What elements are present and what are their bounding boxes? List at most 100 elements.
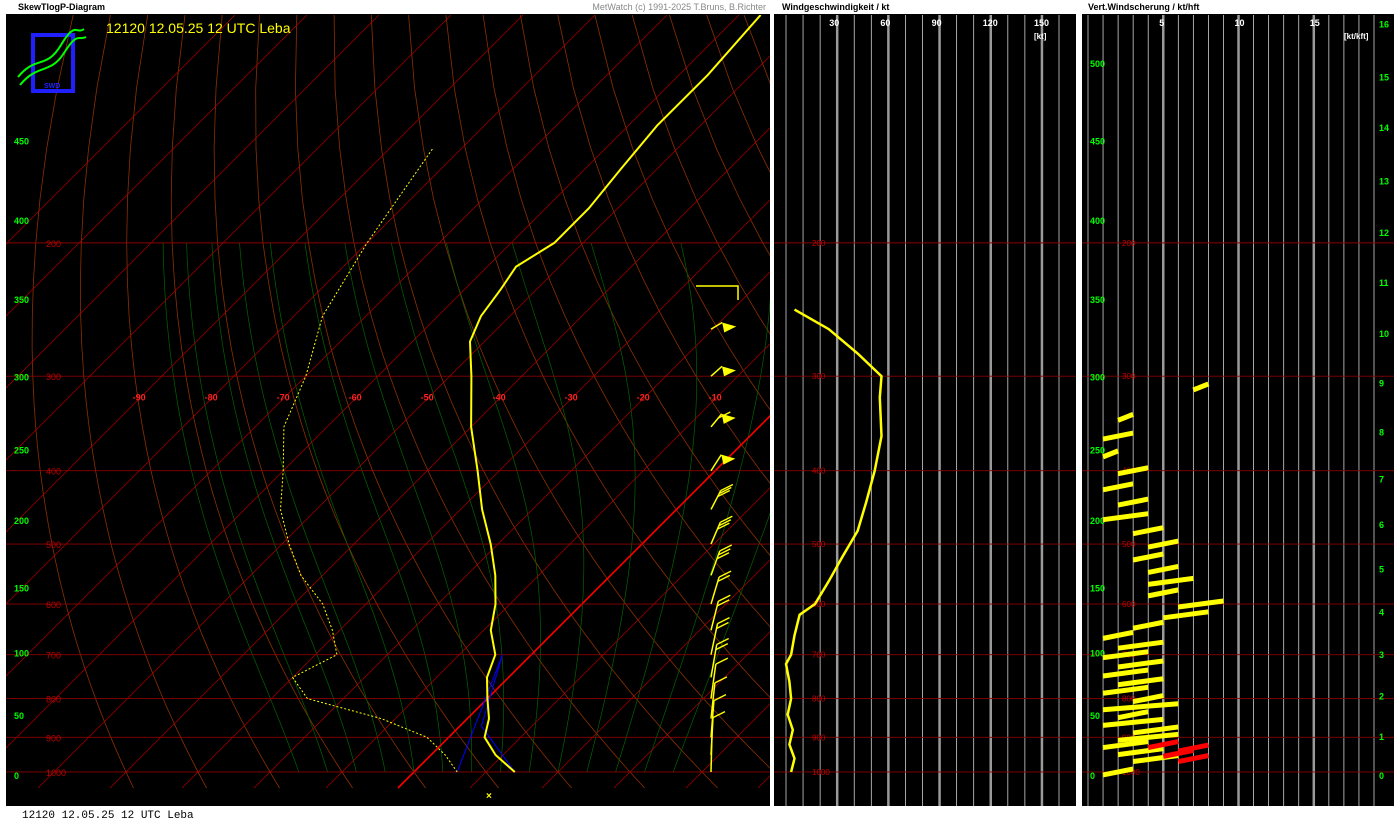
wind-isobar-label: 900	[812, 733, 826, 742]
shear-segment	[1147, 575, 1194, 587]
shear-segment	[1102, 716, 1164, 728]
isotherm-label: -50	[421, 392, 434, 402]
shear-km-label: 2	[1379, 692, 1384, 702]
shear-height-label: 300	[1090, 372, 1105, 382]
isotherm	[6, 15, 740, 749]
height-label-left: 350	[14, 295, 29, 305]
wind-isobar-label: 700	[812, 651, 826, 660]
shear-segment	[1102, 629, 1134, 641]
isotherm-label: -80	[205, 392, 218, 402]
wind-speed-chart: 30 60 90 120 150[kt]100090080070060050040030…	[774, 15, 1076, 806]
wind-barb-shaft	[710, 321, 723, 330]
wind-panel: 30 60 90 120 150 [kt] 1000 900 800 700 600 500 400 30…	[774, 15, 1076, 806]
skewt-title: SkewTlogP-Diagram	[18, 2, 106, 12]
wind-tick-label: 90	[932, 18, 942, 28]
shear-km-label: 9	[1379, 379, 1384, 389]
wind-barb-flag	[713, 693, 727, 702]
wind-barb-flag	[715, 657, 729, 665]
shear-km-label: 11	[1379, 278, 1389, 288]
wind-barb-flag	[719, 544, 733, 552]
wind-title: Windgeschwindigkeit / kt	[782, 2, 890, 12]
wind-barb-shaft	[710, 365, 723, 377]
station-label: 12120 12.05.25 12 UTC Leba	[106, 20, 291, 36]
wind-shear-chart: 51015[kt/kft]100090080070060050040030020…	[1082, 15, 1394, 806]
skewt-chart: 1000900800700600500400300200-90 -80 -70 -60…	[6, 15, 770, 802]
height-label-left: 50	[14, 711, 24, 721]
wind-tick-label: 120	[983, 18, 998, 28]
moist-adiabat	[586, 242, 636, 773]
wind-barb-flag	[712, 711, 726, 719]
shear-unit-label: [kt/kft]	[1344, 32, 1369, 41]
shear-segment	[1177, 598, 1224, 610]
height-label-left: 200	[14, 516, 29, 526]
footer-caption: 12120 12.05.25 12 UTC Leba	[22, 810, 194, 822]
dry-adiabat	[170, 15, 353, 789]
shear-km-label: 3	[1379, 650, 1384, 660]
shear-tick-label: 15	[1310, 18, 1320, 28]
moist-adiabat	[511, 242, 585, 773]
isotherm	[6, 15, 236, 245]
shear-tick-label: 5	[1159, 18, 1164, 28]
shear-title: Vert.Windscherung / kt/hft	[1088, 2, 1200, 12]
shear-segment	[1147, 587, 1179, 599]
logo-wave	[17, 28, 87, 86]
isobar-label: 800	[46, 695, 61, 705]
isotherm-label: -10	[709, 392, 722, 402]
shear-isobar-label: 500	[1122, 540, 1136, 549]
isotherm	[6, 15, 596, 605]
shear-header: Vert.Windscherung / kt/hft	[1082, 0, 1394, 15]
dry-adiabat	[213, 15, 426, 789]
shear-segment	[1117, 639, 1164, 651]
shear-segment	[1147, 563, 1179, 575]
shear-height-label: 500	[1090, 59, 1105, 69]
shear-segment	[1132, 693, 1164, 705]
wind-barb-pennant	[721, 454, 736, 465]
wind-unit-label: [kt]	[1034, 32, 1047, 41]
wind-barb-pennant	[722, 366, 737, 377]
isobar-label: 1000	[46, 768, 66, 778]
shear-segment	[1102, 649, 1149, 661]
shear-segment	[1102, 511, 1149, 523]
moist-adiabat	[269, 242, 415, 773]
shear-km-label: 5	[1379, 564, 1384, 574]
dry-adiabat	[31, 15, 134, 789]
shear-height-label: 350	[1090, 295, 1105, 305]
shear-tick-label: 10	[1235, 18, 1245, 28]
shear-segment	[1192, 381, 1210, 393]
wind-barb-pennant	[722, 322, 737, 333]
shear-isobar-label: 600	[1122, 600, 1136, 609]
shear-segment	[1132, 724, 1179, 736]
shear-km-label: 8	[1379, 427, 1384, 437]
shear-segment	[1117, 658, 1164, 670]
shear-segment	[1102, 701, 1179, 713]
surface-marker: ×	[486, 791, 492, 802]
shear-km-label: 15	[1379, 73, 1389, 83]
wind-tick-label: 150	[1034, 18, 1049, 28]
wind-isobar-label: 400	[812, 467, 826, 476]
shear-segment	[1132, 619, 1164, 631]
skewt-panel: 1000 900 800 700 600 500 400 300 200 -90 -80 -70 -60…	[6, 15, 770, 806]
shear-segment-red	[1147, 739, 1179, 751]
shear-segment	[1117, 746, 1164, 758]
height-label-left: 400	[14, 216, 29, 226]
isotherm	[685, 703, 770, 789]
shear-km-label: 4	[1379, 608, 1384, 618]
shear-height-label: 100	[1090, 648, 1105, 658]
moist-adiabat	[162, 242, 300, 773]
wind-isobar-label: 200	[812, 239, 826, 248]
moist-adiabat	[239, 242, 386, 773]
shear-segment	[1102, 739, 1149, 751]
height-label-left: 150	[14, 583, 29, 593]
skewt-header: SkewTlogP-Diagram MetWatch (c) 1991-2025…	[6, 0, 770, 15]
isotherm	[6, 15, 308, 317]
shear-segment	[1117, 676, 1164, 688]
shear-segment	[1102, 430, 1134, 442]
shear-panel: 51015[kt/kft]100090080070060050040030020…	[1082, 15, 1394, 806]
wind-barb-shaft	[710, 413, 723, 428]
isobar-label: 700	[46, 651, 61, 661]
isotherm-label: -70	[277, 392, 290, 402]
isobar-label: 300	[46, 372, 61, 382]
swd-logo: SWD	[17, 28, 87, 93]
dry-adiabat	[594, 15, 770, 411]
wind-tick-label: 60	[880, 18, 890, 28]
